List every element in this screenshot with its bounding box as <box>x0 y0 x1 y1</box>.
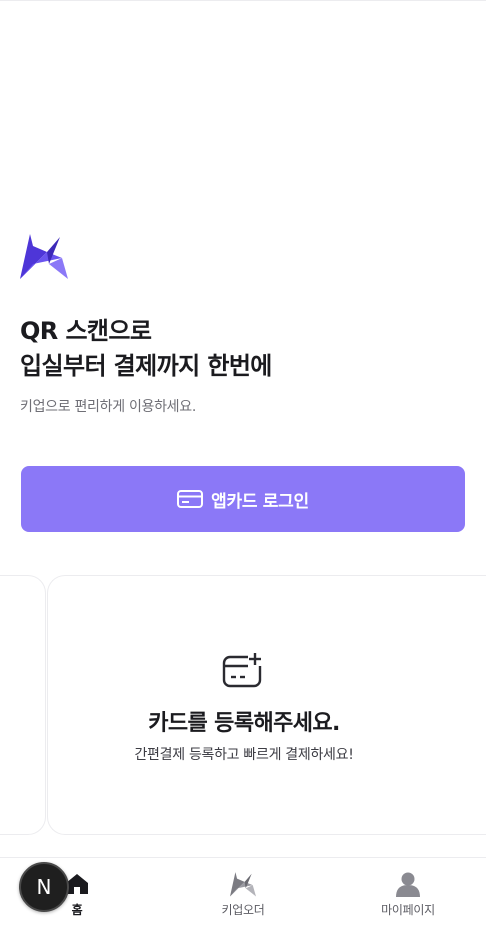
register-card-subtitle: 간편결제 등록하고 빠르게 결제하세요! <box>134 747 354 763</box>
tab-home-label: 홈 <box>71 903 83 917</box>
headline-line-2: 입실부터 결제까지 한번에 <box>20 352 272 380</box>
headline: QR 스캔으로 입실부터 결제까지 한번에 <box>20 314 460 384</box>
tab-keyup-order[interactable]: 키업오더 <box>203 858 283 927</box>
n-badge-letter: N <box>36 875 52 899</box>
person-icon <box>393 869 423 899</box>
app-card-login-label: 앱카드 로그인 <box>211 491 309 512</box>
tab-my-page-label: 마이페이지 <box>381 903 435 917</box>
top-divider <box>0 0 486 1</box>
app-card-login-button[interactable]: 앱카드 로그인 <box>21 466 465 532</box>
add-card-icon <box>222 652 262 688</box>
logo-icon <box>20 234 68 279</box>
star-icon <box>228 869 258 899</box>
register-card-title: 카드를 등록해주세요. <box>148 711 340 736</box>
headline-subtext: 키업으로 편리하게 이용하세요. <box>20 399 196 415</box>
headline-line-1: QR 스캔으로 <box>20 317 152 345</box>
previous-card-slide[interactable] <box>0 575 46 835</box>
card-icon <box>177 490 204 508</box>
bottom-tab-bar: 홈 키업오더 마이페이지 <box>0 857 486 927</box>
tab-keyup-order-label: 키업오더 <box>221 903 265 917</box>
tab-my-page[interactable]: 마이페이지 <box>363 858 453 927</box>
n-avatar-badge[interactable]: N <box>19 862 69 912</box>
